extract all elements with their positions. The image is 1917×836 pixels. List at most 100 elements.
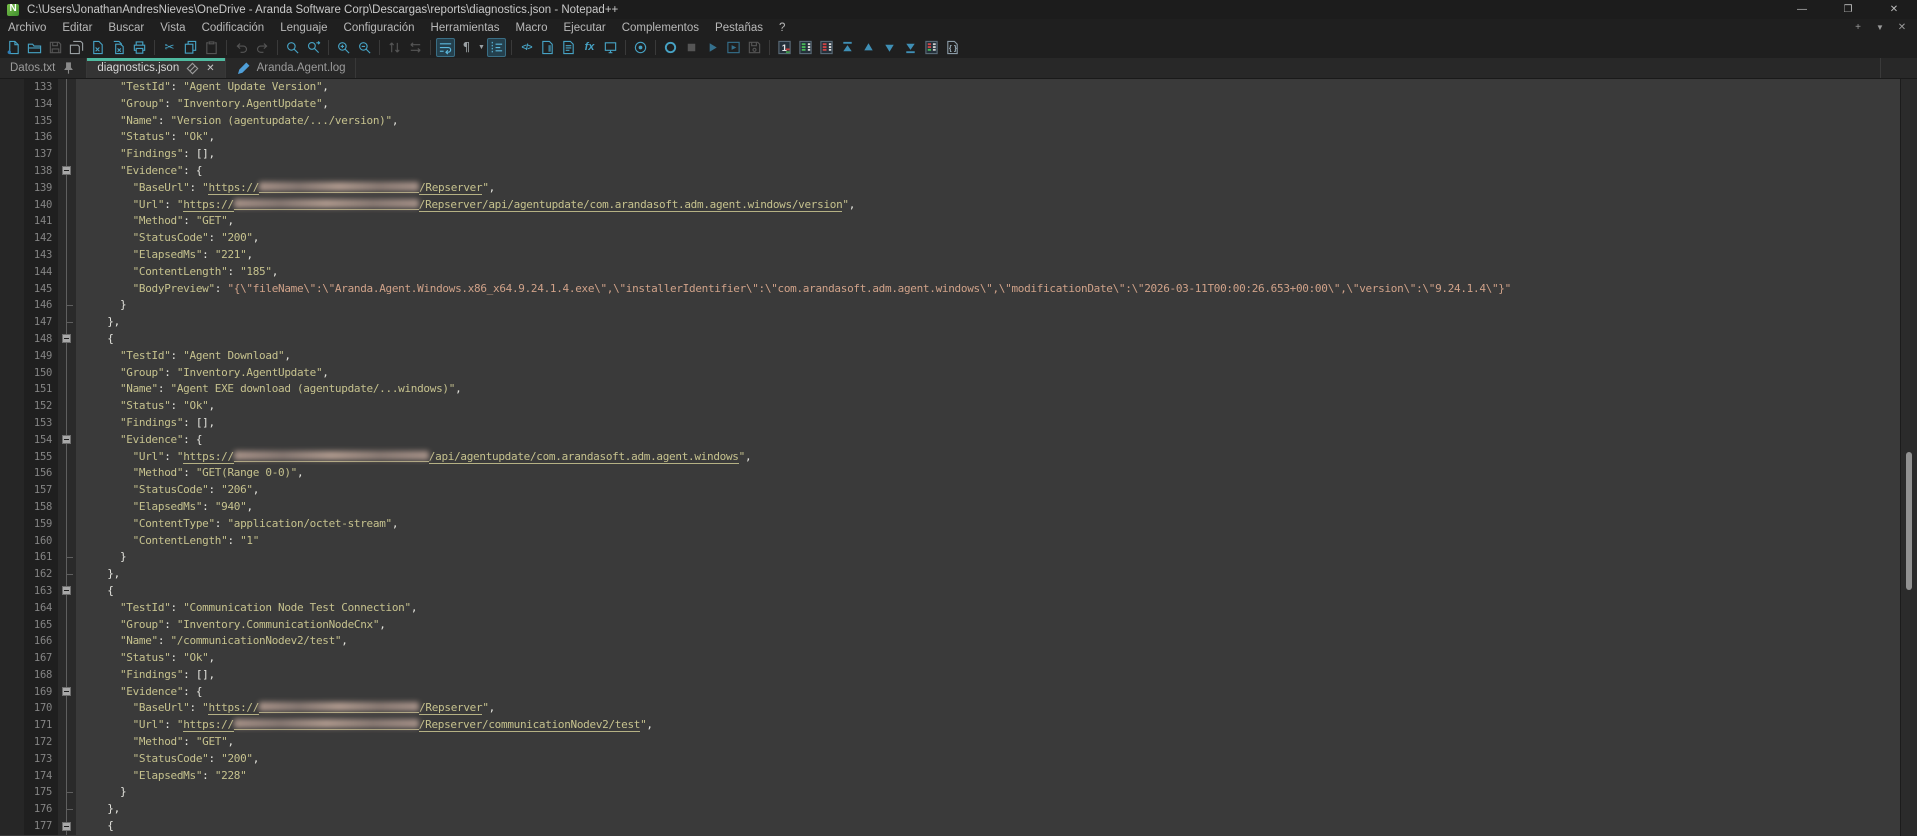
bookmark-margin[interactable]: [0, 667, 24, 684]
bookmark-margin[interactable]: [0, 768, 24, 785]
doc-map-button[interactable]: [538, 38, 557, 57]
tab-diagnostics-json[interactable]: diagnostics.json✕: [87, 58, 225, 78]
bookmark-margin[interactable]: [0, 348, 24, 365]
close-tab-button[interactable]: ✕: [1893, 22, 1911, 33]
menu-codificaci-n[interactable]: Codificación: [194, 21, 273, 35]
bookmark-margin[interactable]: [0, 818, 24, 835]
bookmark-margin[interactable]: [0, 213, 24, 230]
nav-next-diff-button[interactable]: [880, 38, 899, 57]
bookmark-margin[interactable]: [0, 79, 24, 96]
bookmark-margin[interactable]: [0, 113, 24, 130]
bookmark-margin[interactable]: [0, 684, 24, 701]
menu-herramientas[interactable]: Herramientas: [423, 21, 508, 35]
menu-archivo[interactable]: Archivo: [0, 21, 54, 35]
undo-button[interactable]: [232, 38, 251, 57]
close-doc-button[interactable]: [88, 38, 107, 57]
tab-datos-txt[interactable]: Datos.txt: [0, 58, 87, 78]
bookmark-margin[interactable]: [0, 432, 24, 449]
bookmark-margin[interactable]: [0, 381, 24, 398]
nav-last-diff-button[interactable]: [901, 38, 920, 57]
fold-collapse-icon[interactable]: [62, 334, 71, 343]
bookmark-margin[interactable]: [0, 600, 24, 617]
sync-vertical-button[interactable]: [385, 38, 404, 57]
menu-help[interactable]: ?: [771, 21, 793, 35]
json-viewer-button[interactable]: { }: [943, 38, 962, 57]
bookmark-margin[interactable]: [0, 230, 24, 247]
bookmark-margin[interactable]: [0, 751, 24, 768]
fold-collapse-icon[interactable]: [62, 435, 71, 444]
bookmark-margin[interactable]: [0, 398, 24, 415]
indent-guides-button[interactable]: [487, 38, 506, 57]
bookmark-margin[interactable]: [0, 180, 24, 197]
replace-button[interactable]: [304, 38, 323, 57]
bookmark-margin[interactable]: [0, 499, 24, 516]
bookmark-margin[interactable]: [0, 465, 24, 482]
zoom-out-button[interactable]: [355, 38, 374, 57]
bookmark-margin[interactable]: [0, 129, 24, 146]
nav-first-diff-button[interactable]: [838, 38, 857, 57]
new-tab-button[interactable]: +: [1849, 22, 1867, 33]
doc-list-button[interactable]: [559, 38, 578, 57]
record-macro-button[interactable]: [661, 38, 680, 57]
menu-lenguaje[interactable]: Lenguaje: [272, 21, 335, 35]
tab-aranda-agent-log[interactable]: Aranda.Agent.log: [226, 58, 357, 78]
menu-macro[interactable]: Macro: [508, 21, 556, 35]
bookmark-margin[interactable]: [0, 700, 24, 717]
paste-button[interactable]: [202, 38, 221, 57]
bookmark-margin[interactable]: [0, 197, 24, 214]
bookmark-margin[interactable]: [0, 314, 24, 331]
function-list-button[interactable]: fx: [580, 38, 599, 57]
fold-collapse-icon[interactable]: [62, 687, 71, 696]
sync-horizontal-button[interactable]: [406, 38, 425, 57]
fold-collapse-icon[interactable]: [62, 586, 71, 595]
bookmark-margin[interactable]: [0, 415, 24, 432]
nav-prev-diff-button[interactable]: [859, 38, 878, 57]
bookmark-margin[interactable]: [0, 163, 24, 180]
maximize-button[interactable]: ❐: [1825, 0, 1871, 19]
bookmark-margin[interactable]: [0, 583, 24, 600]
minimize-button[interactable]: —: [1779, 0, 1825, 19]
bookmark-margin[interactable]: [0, 331, 24, 348]
close-button[interactable]: ✕: [1871, 0, 1917, 19]
play-macro-button[interactable]: [703, 38, 722, 57]
bookmark-margin[interactable]: [0, 516, 24, 533]
bookmark-margin[interactable]: [0, 734, 24, 751]
bookmark-margin[interactable]: [0, 717, 24, 734]
word-wrap-button[interactable]: [436, 38, 455, 57]
save-all-button[interactable]: [67, 38, 86, 57]
menu-vista[interactable]: Vista: [152, 21, 193, 35]
fold-collapse-icon[interactable]: [62, 822, 71, 831]
bookmark-margin[interactable]: [0, 96, 24, 113]
monitor-doc-button[interactable]: [601, 38, 620, 57]
zoom-in-button[interactable]: [334, 38, 353, 57]
bookmark-margin[interactable]: [0, 146, 24, 163]
compare-list-red-button[interactable]: [817, 38, 836, 57]
bookmark-margin[interactable]: [0, 801, 24, 818]
menu-editar[interactable]: Editar: [54, 21, 100, 35]
bookmark-margin[interactable]: [0, 264, 24, 281]
compare-list-green-button[interactable]: [796, 38, 815, 57]
menu-pesta-as[interactable]: Pestañas: [707, 21, 771, 35]
bookmark-margin[interactable]: [0, 784, 24, 801]
cut-button[interactable]: ✂: [160, 38, 179, 57]
fold-collapse-icon[interactable]: [62, 166, 71, 175]
bookmark-margin[interactable]: [0, 281, 24, 298]
bookmark-margin[interactable]: [0, 482, 24, 499]
close-icon[interactable]: ✕: [206, 63, 214, 74]
show-symbols-button[interactable]: ¶: [457, 38, 476, 57]
menu-buscar[interactable]: Buscar: [100, 21, 152, 35]
show-symbols-dropdown[interactable]: ▼: [477, 38, 486, 57]
print-button[interactable]: [130, 38, 149, 57]
tab-list-button[interactable]: ▼: [1871, 23, 1889, 32]
compare-first-button[interactable]: 1: [775, 38, 794, 57]
menu-configuraci-n[interactable]: Configuración: [336, 21, 423, 35]
run-macro-multi-button[interactable]: [724, 38, 743, 57]
stop-macro-button[interactable]: [682, 38, 701, 57]
code-editor[interactable]: 133 "TestId": "Agent Update Version",134…: [0, 79, 1901, 836]
monitoring-eye-button[interactable]: [631, 38, 650, 57]
bookmark-margin[interactable]: [0, 549, 24, 566]
bookmark-margin[interactable]: [0, 566, 24, 583]
open-folder-button[interactable]: [25, 38, 44, 57]
copy-button[interactable]: [181, 38, 200, 57]
bookmark-margin[interactable]: [0, 650, 24, 667]
